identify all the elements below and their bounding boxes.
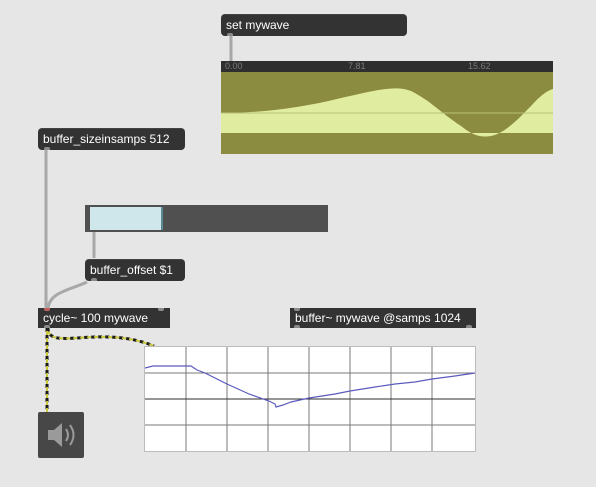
patch-cord-buffer-offset[interactable]: [46, 280, 88, 309]
slider-knob[interactable]: [161, 207, 163, 230]
outlet[interactable]: [44, 325, 50, 328]
message-buffer-offset[interactable]: buffer_offset $1: [85, 259, 185, 281]
offset-slider[interactable]: [85, 205, 328, 232]
waveform-trace: [221, 88, 553, 137]
object-buffer[interactable]: buffer~ mywave @samps 1024: [290, 308, 476, 328]
waveform-display[interactable]: 0.00 7.81 15.62: [221, 61, 553, 154]
message-buffer-sizeinsamps[interactable]: buffer_sizeinsamps 512: [38, 128, 185, 150]
speaker-button[interactable]: [38, 412, 84, 458]
message-buffer-sizeinsamps-label: buffer_sizeinsamps 512: [43, 132, 170, 146]
slider-fill: [90, 207, 162, 230]
message-set-mywave[interactable]: set mywave: [221, 14, 407, 36]
inlet[interactable]: [294, 308, 300, 311]
speaker-icon: [48, 423, 75, 447]
message-buffer-offset-label: buffer_offset $1: [90, 263, 173, 277]
patch-cord-signal-to-scope[interactable]: [46, 327, 155, 348]
object-cycle-label: cycle~ 100 mywave: [43, 311, 149, 325]
scope-graph: [145, 347, 475, 451]
outlet[interactable]: [227, 33, 233, 36]
outlet[interactable]: [44, 147, 50, 150]
outlet[interactable]: [466, 325, 472, 328]
inlet[interactable]: [158, 308, 164, 311]
outlet[interactable]: [294, 325, 300, 328]
waveform-graph: [221, 88, 553, 137]
message-set-mywave-label: set mywave: [226, 18, 290, 32]
object-buffer-label: buffer~ mywave @samps 1024: [295, 311, 461, 325]
scope-display[interactable]: [144, 346, 476, 452]
outlet[interactable]: [91, 278, 97, 281]
object-cycle[interactable]: cycle~ 100 mywave: [38, 308, 170, 328]
scope-trace: [145, 365, 475, 408]
inlet[interactable]: [44, 308, 50, 311]
